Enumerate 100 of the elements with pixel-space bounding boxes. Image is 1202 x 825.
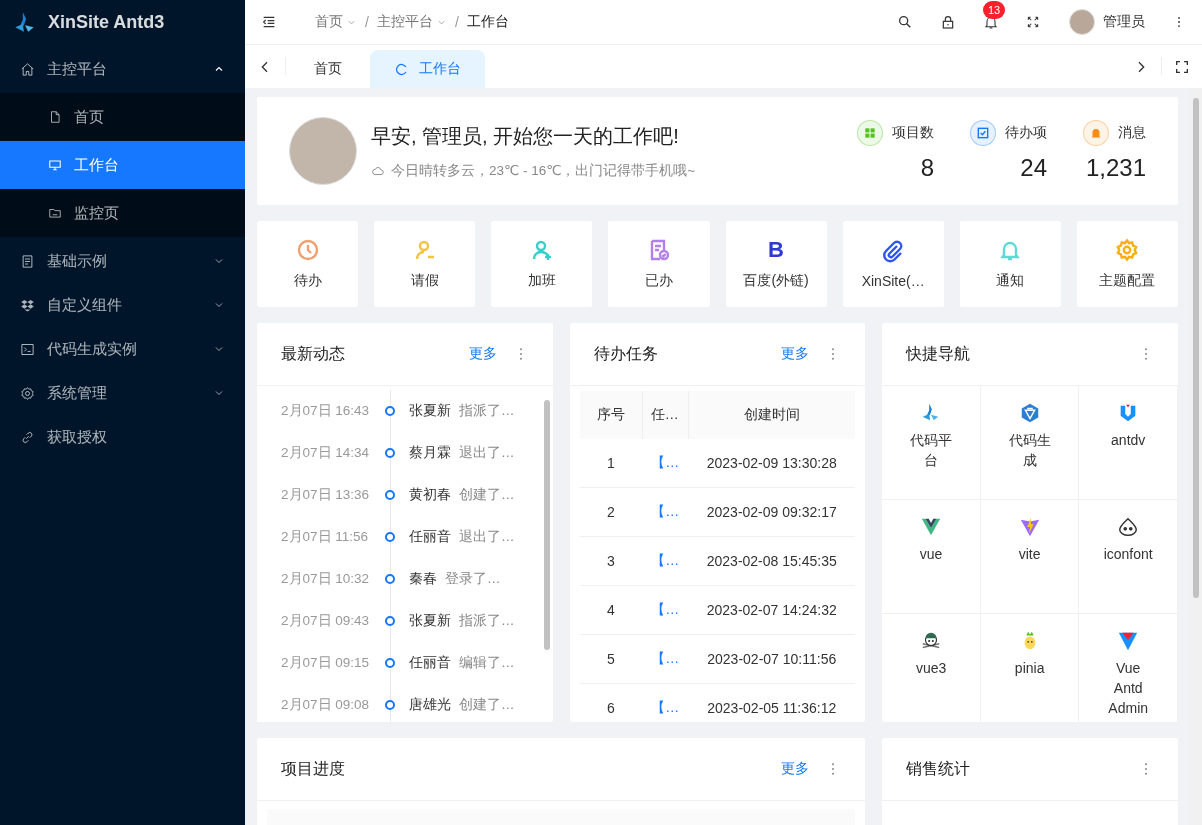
sidebar-item[interactable]: 代码生成实例 (0, 329, 245, 369)
more-link[interactable]: 更多 (781, 760, 810, 778)
home-icon (20, 61, 35, 77)
table-cell: 5 (579, 634, 643, 684)
column-header: 创建时间 (688, 391, 856, 439)
sidebar-item[interactable]: 基础示例 (0, 241, 245, 281)
table-cell: 6 (579, 683, 643, 722)
reload-icon[interactable] (394, 61, 409, 77)
breadcrumb-link[interactable]: 工作台 (466, 13, 509, 31)
table-cell: 2 (579, 487, 643, 537)
lock-icon[interactable] (940, 14, 956, 30)
timeline-action: 退出了… (459, 444, 515, 462)
panel-title: 最新动态 (281, 343, 345, 364)
folder-icon (48, 206, 62, 220)
breadcrumb-link[interactable]: 主控平台 (376, 13, 447, 31)
greeting-text: 早安, 管理员, 开始您一天的工作吧! (371, 123, 680, 149)
nav-tile[interactable]: vue (882, 500, 981, 614)
nav-tile[interactable]: iconfont (1079, 500, 1178, 614)
timeline-action: 登录了… (445, 570, 501, 588)
panel-title: 待办任务 (593, 343, 658, 364)
timeline-dot (385, 532, 395, 542)
app-title: XinSite Antd3 (48, 12, 165, 33)
timeline-name: 唐雄光 (409, 696, 451, 714)
nav-tile[interactable]: pinia (980, 614, 1080, 722)
nav-tile[interactable]: vite (980, 500, 1080, 614)
table-cell: 2023-02-09 13:30:28 (688, 439, 856, 488)
timeline-name: 蔡月霖 (409, 444, 451, 462)
timeline-action: 指派了… (459, 612, 515, 630)
timeline-dot (385, 658, 395, 668)
shortcut-card[interactable]: 已办 (608, 221, 710, 307)
timeline-time: 2月07日 11:56 (281, 528, 370, 546)
shortcut-card[interactable]: 请假 (374, 221, 476, 307)
table-cell: 【… (642, 439, 689, 488)
nav-tile[interactable]: antdv (1079, 386, 1178, 500)
nav-tile[interactable]: 代码平台 (882, 386, 981, 500)
timeline-action: 指派了… (459, 402, 515, 420)
boxes-icon (20, 297, 35, 313)
notification-badge: 13 (983, 1, 1006, 19)
table-cell: 【… (642, 585, 689, 635)
tab[interactable]: 工作台 (370, 50, 485, 88)
timeline-time: 2月07日 14:34 (281, 444, 371, 462)
panel-title: 快捷导航 (906, 343, 971, 364)
shortcut-card[interactable]: XinSite(… (842, 221, 944, 307)
user-menu[interactable]: 管理员 (1069, 9, 1145, 35)
table-cell: 2023-02-08 15:45:35 (688, 536, 856, 586)
shortcut-card[interactable]: 加班 (491, 221, 593, 307)
sidebar-item[interactable]: 自定义组件 (0, 285, 245, 325)
code-icon (20, 341, 35, 357)
v-logo-icon (1117, 630, 1140, 652)
sidebar-item[interactable]: 工作台 (0, 141, 245, 189)
sidebar-item[interactable]: 主控平台 (0, 49, 245, 89)
timeline-dot (385, 490, 395, 500)
expand-icon[interactable] (1174, 59, 1190, 75)
timeline-name: 秦春 (409, 570, 437, 588)
monitor-icon (48, 158, 62, 172)
stat-label: 待办项 (1005, 124, 1047, 142)
shortcut-card[interactable]: B 百度(外链) (725, 221, 827, 307)
panel-title: 项目进度 (281, 758, 345, 779)
timeline-time: 2月07日 09:08 (281, 696, 371, 714)
shortcut-card[interactable]: 待办 (257, 221, 359, 307)
stat-value: 8 (920, 154, 934, 182)
nav-tile[interactable]: Vue Antd Admin (1079, 614, 1178, 722)
sidebar-item[interactable]: 系统管理 (0, 373, 245, 413)
nav-tile[interactable]: vue3 (882, 614, 981, 722)
timeline-name: 任丽音 (409, 654, 451, 672)
shortcut-card[interactable]: 通知 (959, 221, 1061, 307)
sidebar-item[interactable]: 首页 (0, 93, 245, 141)
table-cell: 2023-02-09 09:32:17 (688, 487, 856, 537)
fullscreen-icon[interactable] (1026, 15, 1040, 29)
sidebar-item[interactable]: 获取授权 (0, 417, 245, 457)
column-header: 序号 (579, 391, 643, 439)
timeline-name: 黄初春 (409, 486, 451, 504)
nav-tile[interactable]: 代码生成 (980, 386, 1080, 500)
sidebar-item[interactable]: 监控页 (0, 189, 245, 237)
weather-text: 今日晴转多云，23℃ - 16℃，出门记得带手机哦~ (391, 161, 696, 180)
stat-value: 24 (1020, 154, 1047, 182)
breadcrumb-separator: / (454, 14, 459, 30)
tab[interactable]: 首页 (290, 50, 366, 88)
scrollbar-thumb[interactable] (1193, 98, 1199, 598)
search-icon[interactable] (897, 14, 913, 30)
table-cell: 【… (642, 634, 689, 684)
avatar (1069, 9, 1095, 35)
breadcrumb-link[interactable]: 首页 (315, 13, 357, 31)
timeline-dot (385, 616, 395, 626)
timeline-name: 张夏新 (409, 402, 451, 420)
table-cell: 【… (642, 536, 689, 586)
more-link[interactable]: 更多 (781, 345, 810, 363)
link-icon (20, 429, 35, 445)
droplet-face-icon (1117, 516, 1140, 538)
shortcut-card[interactable]: 主题配置 (1076, 221, 1178, 307)
table-cell: 【… (642, 683, 689, 722)
timeline-time: 2月07日 09:15 (281, 654, 371, 672)
timeline-name: 张夏新 (409, 612, 451, 630)
table-cell: 4 (579, 585, 643, 635)
scrollbar-thumb[interactable] (543, 400, 550, 650)
menu-fold-icon[interactable] (261, 14, 277, 30)
more-link[interactable]: 更多 (468, 345, 497, 363)
timeline-dot (385, 406, 395, 416)
timeline-dot (385, 448, 395, 458)
timeline-dot (385, 700, 395, 710)
